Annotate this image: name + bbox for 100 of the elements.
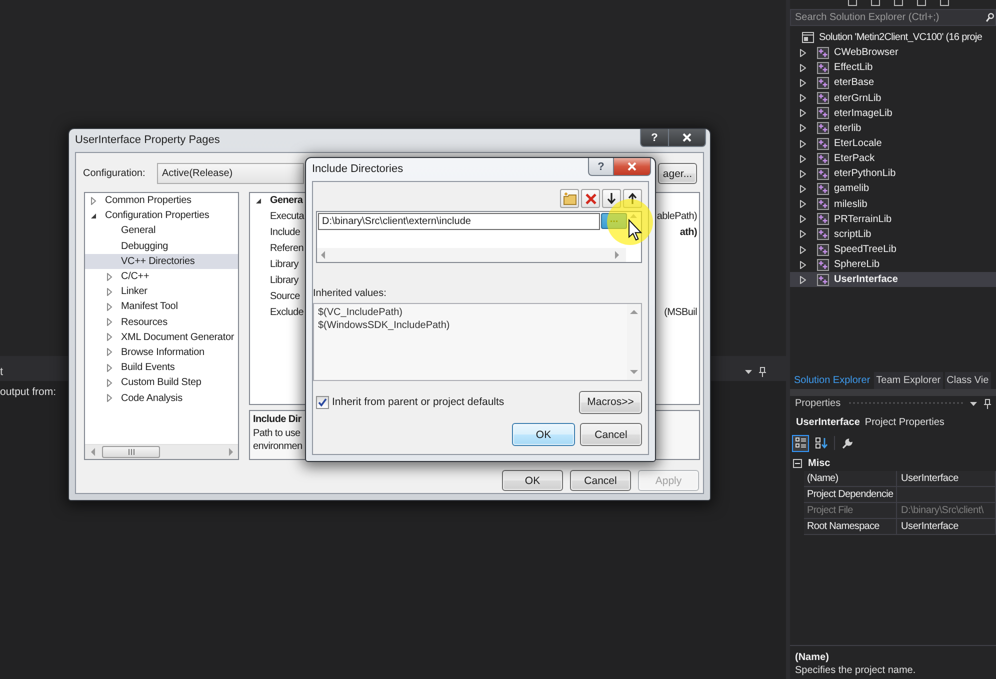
property-value[interactable]: UserInterface — [897, 471, 996, 487]
close-button[interactable] — [613, 158, 651, 176]
project-item[interactable]: EterLocale — [790, 136, 996, 152]
project-item[interactable]: mileslib — [790, 196, 996, 212]
inherited-values-label: Inherited values: — [313, 287, 386, 300]
collapsed-arrow-icon[interactable] — [800, 215, 806, 224]
checkbox-label[interactable]: Inherit from parent or project defaults — [332, 396, 504, 408]
property-value[interactable]: UserInterface — [897, 519, 996, 535]
collapsed-arrow-icon[interactable] — [800, 200, 806, 208]
pin-icon[interactable] — [759, 366, 766, 376]
expanded-arrow-icon[interactable] — [90, 212, 96, 220]
search-field[interactable]: Search Solution Explorer (Ctrl+;) — [790, 9, 996, 26]
delete-button[interactable] — [581, 189, 600, 208]
move-up-button[interactable] — [623, 189, 642, 208]
tree-item[interactable]: Linker — [85, 284, 238, 300]
project-item[interactable]: eterPythonLib — [790, 166, 996, 182]
collapsed-arrow-icon[interactable] — [800, 78, 806, 87]
project-item[interactable]: CWebBrowser — [790, 45, 996, 60]
tree-item[interactable]: Resources — [85, 314, 238, 330]
project-icon — [817, 107, 829, 120]
collapsed-arrow-icon[interactable] — [800, 154, 806, 163]
scroll-left-icon[interactable] — [320, 251, 326, 259]
macros-button[interactable]: Macros>> — [579, 390, 642, 414]
project-item[interactable]: gamelib — [790, 181, 996, 197]
pane-title[interactable]: t — [0, 366, 4, 378]
collapsed-arrow-icon[interactable] — [800, 109, 806, 118]
tree-item[interactable]: Common Properties — [85, 193, 238, 208]
expanded-arrow-icon[interactable] — [255, 196, 262, 204]
collapsed-arrow-icon[interactable] — [800, 184, 806, 193]
horizontal-scrollbar[interactable] — [317, 248, 626, 262]
configuration-dropdown[interactable]: Active(Release) — [157, 163, 304, 184]
scroll-up-icon[interactable] — [630, 309, 638, 315]
configuration-manager-button[interactable]: ager... — [658, 163, 697, 184]
cancel-button[interactable]: Cancel — [580, 423, 642, 446]
tree-item[interactable]: Code Analysis — [85, 390, 238, 406]
project-item[interactable]: EterPack — [790, 151, 996, 166]
solution-item[interactable]: Solution 'Metin2Client_VC100' (16 proje — [790, 30, 996, 46]
collapsed-arrow-icon[interactable] — [800, 230, 806, 238]
tree-item[interactable]: Manifest Tool — [85, 299, 238, 314]
tree-item[interactable]: VC++ Directories — [85, 254, 238, 269]
collapsed-arrow-icon[interactable] — [800, 124, 806, 132]
page-icon[interactable] — [940, 0, 949, 6]
collapsed-arrow-icon[interactable] — [800, 64, 806, 72]
move-down-button[interactable] — [602, 189, 621, 208]
project-item[interactable]: eterlib — [790, 120, 996, 136]
project-item[interactable]: eterImageLib — [790, 106, 996, 121]
project-item[interactable]: SpeedTreeLib — [790, 242, 996, 258]
scroll-right-icon[interactable] — [614, 251, 620, 259]
panel-tab[interactable]: Team Explorer — [874, 372, 943, 389]
tree-item[interactable]: General — [85, 223, 238, 239]
checkbox[interactable] — [316, 396, 329, 408]
cancel-button[interactable]: Cancel — [570, 470, 631, 491]
page-icon[interactable] — [917, 0, 926, 6]
project-item[interactable]: PRTerrainLib — [790, 212, 996, 227]
path-input-field[interactable]: D:\binary\Src\client\extern\include — [318, 213, 600, 230]
horizontal-scrollbar[interactable] — [85, 444, 238, 459]
object-type: Project Properties — [864, 416, 944, 428]
search-icon[interactable] — [986, 13, 994, 22]
property-value: (MSBuil — [664, 306, 697, 318]
dropdown-icon[interactable] — [745, 370, 752, 374]
project-item[interactable]: eterBase — [790, 75, 996, 91]
tree-item[interactable]: Custom Build Step — [85, 375, 238, 390]
category-header[interactable]: Misc — [790, 455, 996, 471]
categorized-view-button[interactable] — [792, 434, 809, 452]
page-icon[interactable] — [848, 0, 857, 6]
project-item[interactable]: SphereLib — [790, 257, 996, 272]
page-icon[interactable] — [894, 0, 903, 6]
collapsed-arrow-icon[interactable] — [800, 246, 806, 254]
tree-item[interactable]: Configuration Properties — [85, 208, 238, 224]
project-item[interactable]: scriptLib — [790, 226, 996, 242]
tree-item[interactable]: Build Events — [85, 360, 238, 376]
ok-button[interactable]: OK — [512, 423, 575, 446]
ok-button[interactable]: OK — [502, 470, 563, 491]
tree-item[interactable]: Debugging — [85, 238, 238, 254]
collapsed-arrow-icon[interactable] — [800, 170, 806, 178]
collapsed-arrow-icon[interactable] — [800, 140, 806, 148]
new-line-button[interactable] — [560, 189, 579, 208]
close-button[interactable] — [668, 129, 706, 147]
collapsed-arrow-icon[interactable] — [800, 48, 806, 57]
scrollbar-thumb[interactable] — [102, 446, 160, 458]
dropdown-icon[interactable] — [970, 402, 977, 406]
scroll-down-icon[interactable] — [630, 369, 638, 375]
category-header[interactable]: Genera — [250, 193, 699, 208]
vertical-scrollbar[interactable] — [627, 304, 641, 380]
collapsed-arrow-icon[interactable] — [800, 260, 806, 269]
help-button[interactable]: ? — [640, 129, 668, 147]
page-icon[interactable] — [871, 0, 880, 6]
pin-icon[interactable] — [984, 398, 991, 408]
tree-item[interactable]: XML Document Generator — [85, 330, 238, 345]
collapsed-arrow-icon[interactable] — [800, 276, 806, 284]
help-button[interactable]: ? — [588, 158, 613, 176]
alphabetical-view-button[interactable] — [813, 434, 830, 452]
collapse-box-icon[interactable] — [793, 458, 802, 468]
panel-tab[interactable]: Class Vie — [944, 372, 991, 389]
collapsed-arrow-icon[interactable] — [800, 94, 806, 102]
project-item[interactable]: EffectLib — [790, 60, 996, 76]
tree-item[interactable]: C/C++ — [85, 268, 238, 284]
project-item[interactable]: UserInterface — [790, 272, 996, 288]
project-item[interactable]: eterGrnLib — [790, 90, 996, 106]
tree-item[interactable]: Browse Information — [85, 344, 238, 360]
